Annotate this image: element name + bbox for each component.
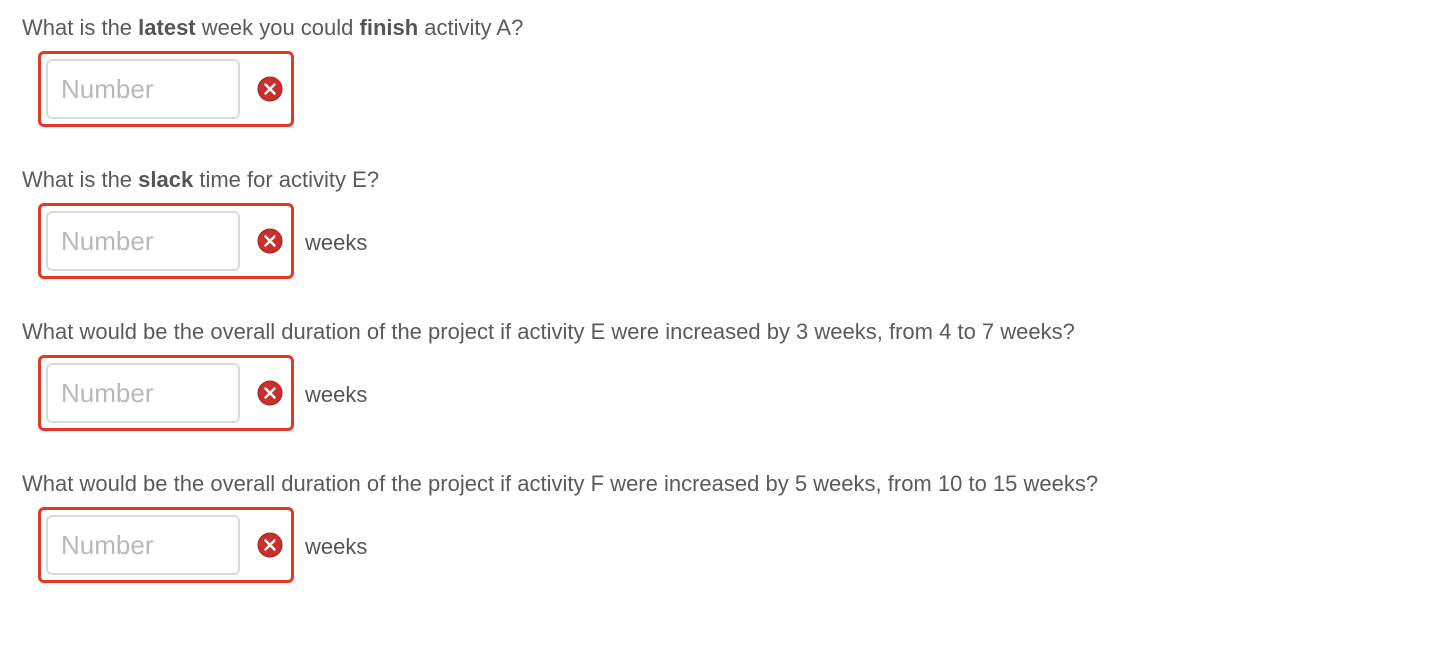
question-2-text: What is the slack time for activity E? xyxy=(22,167,379,193)
question-1-emphasis-finish: finish xyxy=(359,15,419,40)
question-1: What is the latest week you could finish… xyxy=(22,15,523,127)
question-4-unit-label: weeks xyxy=(305,534,368,559)
question-1-answer-row xyxy=(38,51,305,127)
question-2-unit-label: weeks xyxy=(305,230,368,255)
question-1-emphasis-latest: latest xyxy=(138,15,196,40)
question-1-text-part-1: What is the xyxy=(22,15,139,40)
question-2-emphasis-slack: slack xyxy=(138,167,194,192)
question-3-number-input[interactable] xyxy=(46,363,240,423)
question-2-answer-row: weeks xyxy=(38,203,367,279)
question-2-number-input[interactable] xyxy=(46,211,240,271)
x-circle-icon xyxy=(257,380,283,406)
question-1-text-part-3: activity A? xyxy=(418,15,524,40)
question-4-answer-box xyxy=(38,507,294,583)
question-4-text: What would be the overall duration of th… xyxy=(22,471,1099,496)
question-3-text: What would be the overall duration of th… xyxy=(22,319,1075,344)
question-4-number-input[interactable] xyxy=(46,515,240,575)
question-4: What would be the overall duration of th… xyxy=(22,471,1099,583)
x-circle-icon xyxy=(257,76,283,102)
question-1-number-input[interactable] xyxy=(46,59,240,119)
question-4-answer-row: weeks xyxy=(38,507,367,583)
question-3-unit-label: weeks xyxy=(305,382,368,407)
x-circle-icon xyxy=(257,532,283,558)
question-1-text: What is the latest week you could finish… xyxy=(22,15,523,41)
question-3-answer-row: weeks xyxy=(38,355,367,431)
question-2-answer-box xyxy=(38,203,294,279)
question-2-text-part-1: What is the xyxy=(22,167,139,192)
question-3-answer-box xyxy=(38,355,294,431)
question-2: What is the slack time for activity E? w… xyxy=(22,167,379,279)
question-1-text-part-2: week you could xyxy=(195,15,360,40)
x-circle-icon xyxy=(257,228,283,254)
question-1-answer-box xyxy=(38,51,294,127)
question-2-text-part-2: time for activity E? xyxy=(193,167,380,192)
question-3: What would be the overall duration of th… xyxy=(22,319,1075,431)
